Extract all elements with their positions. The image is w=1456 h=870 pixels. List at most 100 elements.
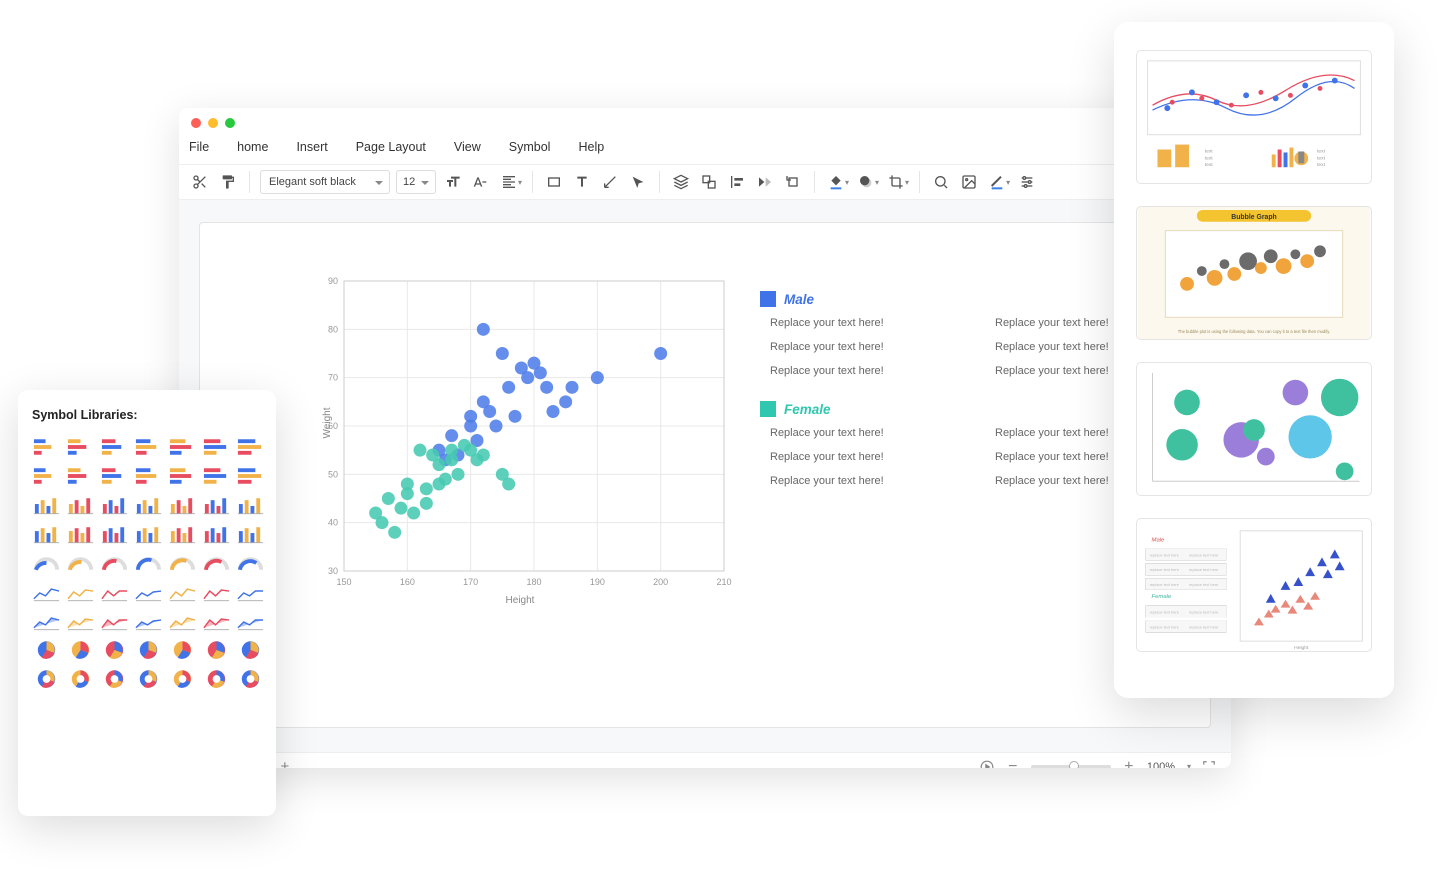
menu-page-layout[interactable]: Page Layout [356,140,426,154]
format-painter-icon[interactable] [217,171,239,193]
symbol-item[interactable] [100,494,129,516]
symbol-item[interactable] [32,465,61,487]
symbol-item[interactable] [66,581,95,603]
settings-icon[interactable] [1016,171,1038,193]
close-window-button[interactable] [191,118,201,128]
symbol-item[interactable] [66,465,95,487]
crop-icon[interactable] [885,171,907,193]
menu-home[interactable]: home [237,140,268,154]
symbol-item[interactable] [134,523,163,545]
symbol-item[interactable] [32,436,61,458]
symbol-item[interactable] [168,436,197,458]
symbol-item[interactable] [134,639,163,661]
rotate-icon[interactable] [782,171,804,193]
symbol-item[interactable] [168,668,197,690]
symbol-item[interactable] [202,668,231,690]
symbol-item[interactable] [134,436,163,458]
symbol-item[interactable] [100,639,129,661]
increase-font-icon[interactable] [442,171,464,193]
zoom-slider[interactable] [1031,765,1111,769]
template-bubble-graph[interactable]: Bubble Graph The bubble plot is using th… [1136,206,1372,340]
zoom-in-button[interactable]: + [1121,759,1137,769]
menu-file[interactable]: File [189,140,209,154]
symbol-item[interactable] [134,465,163,487]
symbol-item[interactable] [66,436,95,458]
template-scatter-line[interactable]: texttexttext texttexttext [1136,50,1372,184]
connector-icon[interactable] [599,171,621,193]
symbol-item[interactable] [32,494,61,516]
symbol-item[interactable] [100,523,129,545]
symbol-item[interactable] [134,610,163,632]
symbol-item[interactable] [32,552,61,574]
symbol-item[interactable] [168,494,197,516]
symbol-item[interactable] [236,465,265,487]
symbol-item[interactable] [202,552,231,574]
symbol-item[interactable] [134,581,163,603]
symbol-item[interactable] [100,436,129,458]
symbol-item[interactable] [168,523,197,545]
menu-symbol[interactable]: Symbol [509,140,551,154]
layers-icon[interactable] [670,171,692,193]
symbol-item[interactable] [168,581,197,603]
align-left-icon[interactable] [498,171,520,193]
symbol-item[interactable] [236,610,265,632]
symbol-item[interactable] [32,610,61,632]
template-colored-bubbles[interactable] [1136,362,1372,496]
play-icon[interactable] [979,759,995,769]
symbol-item[interactable] [100,610,129,632]
align-objects-icon[interactable] [726,171,748,193]
rectangle-shape-icon[interactable] [543,171,565,193]
symbol-item[interactable] [202,581,231,603]
font-size-select[interactable]: 12 [396,170,436,194]
symbol-item[interactable] [202,494,231,516]
fullscreen-icon[interactable] [1201,759,1217,769]
symbol-item[interactable] [100,552,129,574]
zoom-level[interactable]: 100% [1147,761,1175,769]
symbol-item[interactable] [236,494,265,516]
symbol-item[interactable] [236,552,265,574]
symbol-item[interactable] [66,668,95,690]
shadow-icon[interactable] [855,171,877,193]
font-family-select[interactable]: Elegant soft black [260,170,390,194]
symbol-item[interactable] [236,668,265,690]
symbol-item[interactable] [236,436,265,458]
symbol-item[interactable] [32,668,61,690]
symbol-item[interactable] [66,494,95,516]
symbol-item[interactable] [202,610,231,632]
symbol-item[interactable] [236,523,265,545]
symbol-item[interactable] [168,610,197,632]
add-page-button[interactable]: + [280,758,289,768]
symbol-item[interactable] [32,523,61,545]
maximize-window-button[interactable] [225,118,235,128]
menu-view[interactable]: View [454,140,481,154]
symbol-item[interactable] [66,610,95,632]
symbol-item[interactable] [202,523,231,545]
symbol-item[interactable] [100,668,129,690]
symbol-item[interactable] [66,639,95,661]
search-icon[interactable] [930,171,952,193]
minimize-window-button[interactable] [208,118,218,128]
line-color-icon[interactable] [986,171,1008,193]
decrease-font-icon[interactable] [470,171,492,193]
symbol-item[interactable] [236,639,265,661]
symbol-item[interactable] [168,639,197,661]
symbol-item[interactable] [202,639,231,661]
symbol-item[interactable] [32,581,61,603]
menu-insert[interactable]: Insert [296,140,327,154]
symbol-item[interactable] [236,581,265,603]
symbol-item[interactable] [66,552,95,574]
pointer-tool-icon[interactable] [627,171,649,193]
menu-help[interactable]: Help [578,140,604,154]
symbol-item[interactable] [168,465,197,487]
canvas-page[interactable]: 15016017018019020021030405060708090 Heig… [199,222,1211,728]
image-icon[interactable] [958,171,980,193]
symbol-item[interactable] [168,552,197,574]
scatter-chart[interactable]: 15016017018019020021030405060708090 Heig… [200,223,760,727]
symbol-item[interactable] [202,436,231,458]
symbol-item[interactable] [66,523,95,545]
symbol-item[interactable] [202,465,231,487]
symbol-item[interactable] [134,552,163,574]
template-triangle-scatter[interactable]: Male Female replace text herereplace tex… [1136,518,1372,652]
symbol-item[interactable] [134,668,163,690]
flip-horizontal-icon[interactable] [754,171,776,193]
